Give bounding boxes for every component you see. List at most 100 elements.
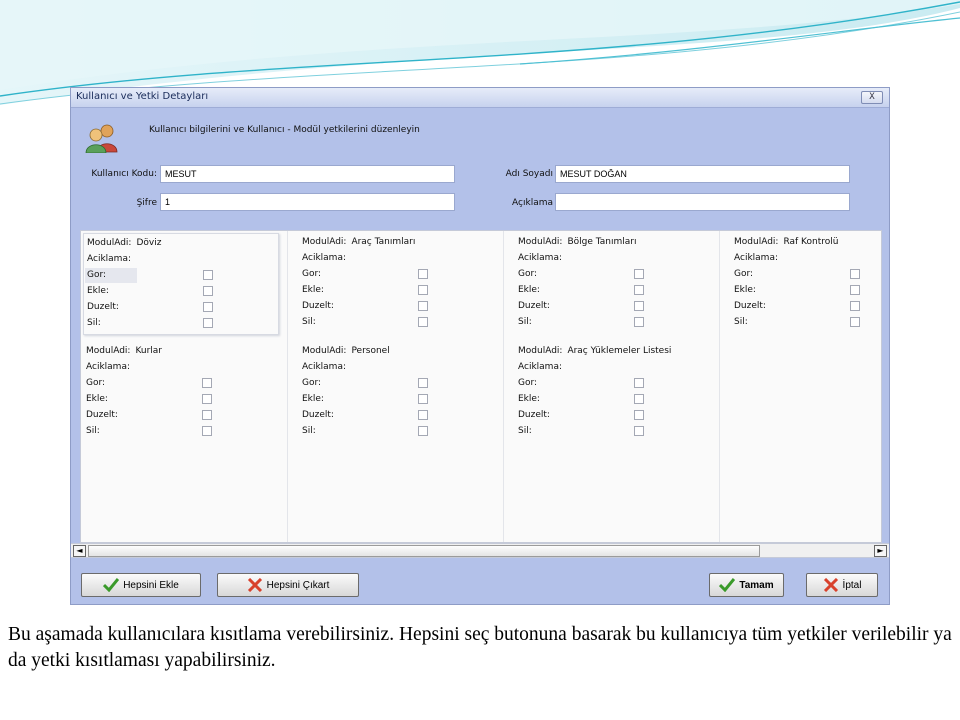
permission-checkbox-sil[interactable]	[418, 317, 428, 327]
checkmark-icon	[719, 578, 736, 592]
permission-checkbox-ekle[interactable]	[634, 285, 644, 295]
header-instruction: Kullanıcı bilgilerini ve Kullanıcı - Mod…	[149, 125, 420, 135]
module-name-value: Bölge Tanımları	[567, 237, 637, 247]
user-permission-window: Kullanıcı ve Yetki Detayları X Kullanıcı…	[70, 87, 890, 605]
module-name-row: ModulAdi: Döviz	[87, 236, 161, 250]
permission-label-aciklama: Aciklama:	[302, 362, 346, 372]
permission-checkbox-gor[interactable]	[634, 378, 644, 388]
permission-label-sil: Sil:	[734, 317, 748, 327]
permission-label-sil: Sil:	[518, 317, 532, 327]
permission-checkbox-ekle[interactable]	[418, 285, 428, 295]
module-block: ModulAdi: Raf Kontrolü Aciklama: Gor: Ekle: D…	[731, 233, 927, 335]
ok-label: Tamam	[739, 579, 774, 591]
permission-label-sil: Sil:	[302, 317, 316, 327]
permission-label-aciklama: Aciklama:	[734, 253, 778, 263]
permission-checkbox-sil[interactable]	[203, 318, 213, 328]
description-label: Açıklama	[512, 198, 553, 208]
remove-all-button[interactable]: Hepsini Çıkart	[217, 573, 359, 597]
scroll-left-arrow-icon[interactable]: ◄	[73, 545, 86, 557]
module-name-label: ModulAdi:	[518, 346, 563, 356]
module-name-value: Araç Yüklemeler Listesi	[567, 346, 672, 356]
ok-button[interactable]: Tamam	[709, 573, 784, 597]
module-name-label: ModulAdi:	[734, 237, 779, 247]
permission-checkbox-ekle[interactable]	[418, 394, 428, 404]
permission-checkbox-ekle[interactable]	[203, 286, 213, 296]
scroll-right-arrow-icon[interactable]: ►	[874, 545, 887, 557]
permission-label-duzelt: Duzelt:	[302, 410, 334, 420]
module-name-label: ModulAdi:	[302, 237, 347, 247]
permission-checkbox-gor[interactable]	[634, 269, 644, 279]
permission-label-ekle: Ekle:	[734, 285, 756, 295]
password-input[interactable]	[160, 193, 455, 211]
scroll-thumb[interactable]	[88, 545, 760, 557]
module-name-row: ModulAdi: Araç Tanımları	[302, 235, 415, 249]
permission-label-sil: Sil:	[87, 318, 101, 328]
module-name-value: Kurlar	[135, 346, 163, 356]
module-block: ModulAdi: Kurlar Aciklama: Gor: Ekle: Duzelt:…	[83, 342, 279, 444]
permission-checkbox-duzelt[interactable]	[202, 410, 212, 420]
permission-label-duzelt: Duzelt:	[518, 410, 550, 420]
permission-checkbox-ekle[interactable]	[202, 394, 212, 404]
permission-checkbox-sil[interactable]	[634, 426, 644, 436]
permission-checkbox-duzelt[interactable]	[418, 301, 428, 311]
permission-label-duzelt: Duzelt:	[734, 301, 766, 311]
permission-label-aciklama: Aciklama:	[86, 362, 130, 372]
permission-label-gor: Gor:	[734, 269, 754, 279]
permission-checkbox-gor[interactable]	[418, 269, 428, 279]
module-name-row: ModulAdi: Personel	[302, 344, 390, 358]
module-block: ModulAdi: Döviz Aciklama: Gor: Ekle: Duzelt: S…	[83, 233, 279, 335]
permission-label-ekle: Ekle:	[518, 285, 540, 295]
module-name-row: ModulAdi: Kurlar	[86, 344, 162, 358]
close-button[interactable]: X	[861, 91, 883, 104]
permission-checkbox-sil[interactable]	[634, 317, 644, 327]
permission-checkbox-gor[interactable]	[418, 378, 428, 388]
module-name-value: Personel	[351, 346, 390, 356]
permission-checkbox-duzelt[interactable]	[634, 410, 644, 420]
remove-all-label: Hepsini Çıkart	[266, 579, 330, 591]
permission-label-gor: Gor:	[302, 269, 322, 279]
add-all-label: Hepsini Ekle	[123, 579, 179, 591]
permission-label-gor: Gor:	[87, 270, 107, 280]
module-block: ModulAdi: Araç Tanımları Aciklama: Gor: Ekle…	[299, 233, 495, 335]
permission-checkbox-duzelt[interactable]	[634, 301, 644, 311]
permission-label-ekle: Ekle:	[518, 394, 540, 404]
permission-checkbox-sil[interactable]	[850, 317, 860, 327]
window-titlebar[interactable]: Kullanıcı ve Yetki Detayları X	[71, 88, 889, 108]
column-divider	[503, 231, 504, 542]
cancel-label: İptal	[842, 579, 862, 591]
module-permissions-panel: ModulAdi: Döviz Aciklama: Gor: Ekle: Duzelt: S…	[80, 230, 882, 543]
horizontal-scrollbar[interactable]: ◄ ►	[71, 543, 889, 558]
module-block: ModulAdi: Araç Yüklemeler Listesi Aciklama…	[515, 342, 711, 444]
full-name-input[interactable]	[555, 165, 850, 183]
permission-label-aciklama: Aciklama:	[518, 253, 562, 263]
cancel-button[interactable]: İptal	[806, 573, 878, 597]
permission-checkbox-sil[interactable]	[418, 426, 428, 436]
description-input[interactable]	[555, 193, 850, 211]
permission-checkbox-duzelt[interactable]	[203, 302, 213, 312]
module-name-label: ModulAdi:	[86, 346, 131, 356]
permission-label-ekle: Ekle:	[86, 394, 108, 404]
module-name-row: ModulAdi: Raf Kontrolü	[734, 235, 838, 249]
permission-label-aciklama: Aciklama:	[302, 253, 346, 263]
permission-checkbox-ekle[interactable]	[850, 285, 860, 295]
add-all-button[interactable]: Hepsini Ekle	[81, 573, 201, 597]
permission-checkbox-sil[interactable]	[202, 426, 212, 436]
permission-checkbox-ekle[interactable]	[634, 394, 644, 404]
permission-label-gor: Gor:	[518, 378, 538, 388]
module-block: ModulAdi: Bölge Tanımları Aciklama: Gor: Ekl…	[515, 233, 711, 335]
module-name-value: Araç Tanımları	[351, 237, 416, 247]
permission-checkbox-duzelt[interactable]	[418, 410, 428, 420]
permission-checkbox-gor[interactable]	[850, 269, 860, 279]
user-code-label: Kullanıcı Kodu:	[91, 169, 157, 179]
permission-label-aciklama: Aciklama:	[518, 362, 562, 372]
permission-checkbox-duzelt[interactable]	[850, 301, 860, 311]
user-code-input[interactable]	[160, 165, 455, 183]
permission-label-ekle: Ekle:	[302, 285, 324, 295]
permission-checkbox-gor[interactable]	[203, 270, 213, 280]
module-name-row: ModulAdi: Bölge Tanımları	[518, 235, 636, 249]
permission-label-ekle: Ekle:	[87, 286, 109, 296]
permission-label-aciklama: Aciklama:	[87, 254, 131, 264]
column-divider	[287, 231, 288, 542]
module-name-row: ModulAdi: Araç Yüklemeler Listesi	[518, 344, 671, 358]
permission-checkbox-gor[interactable]	[202, 378, 212, 388]
